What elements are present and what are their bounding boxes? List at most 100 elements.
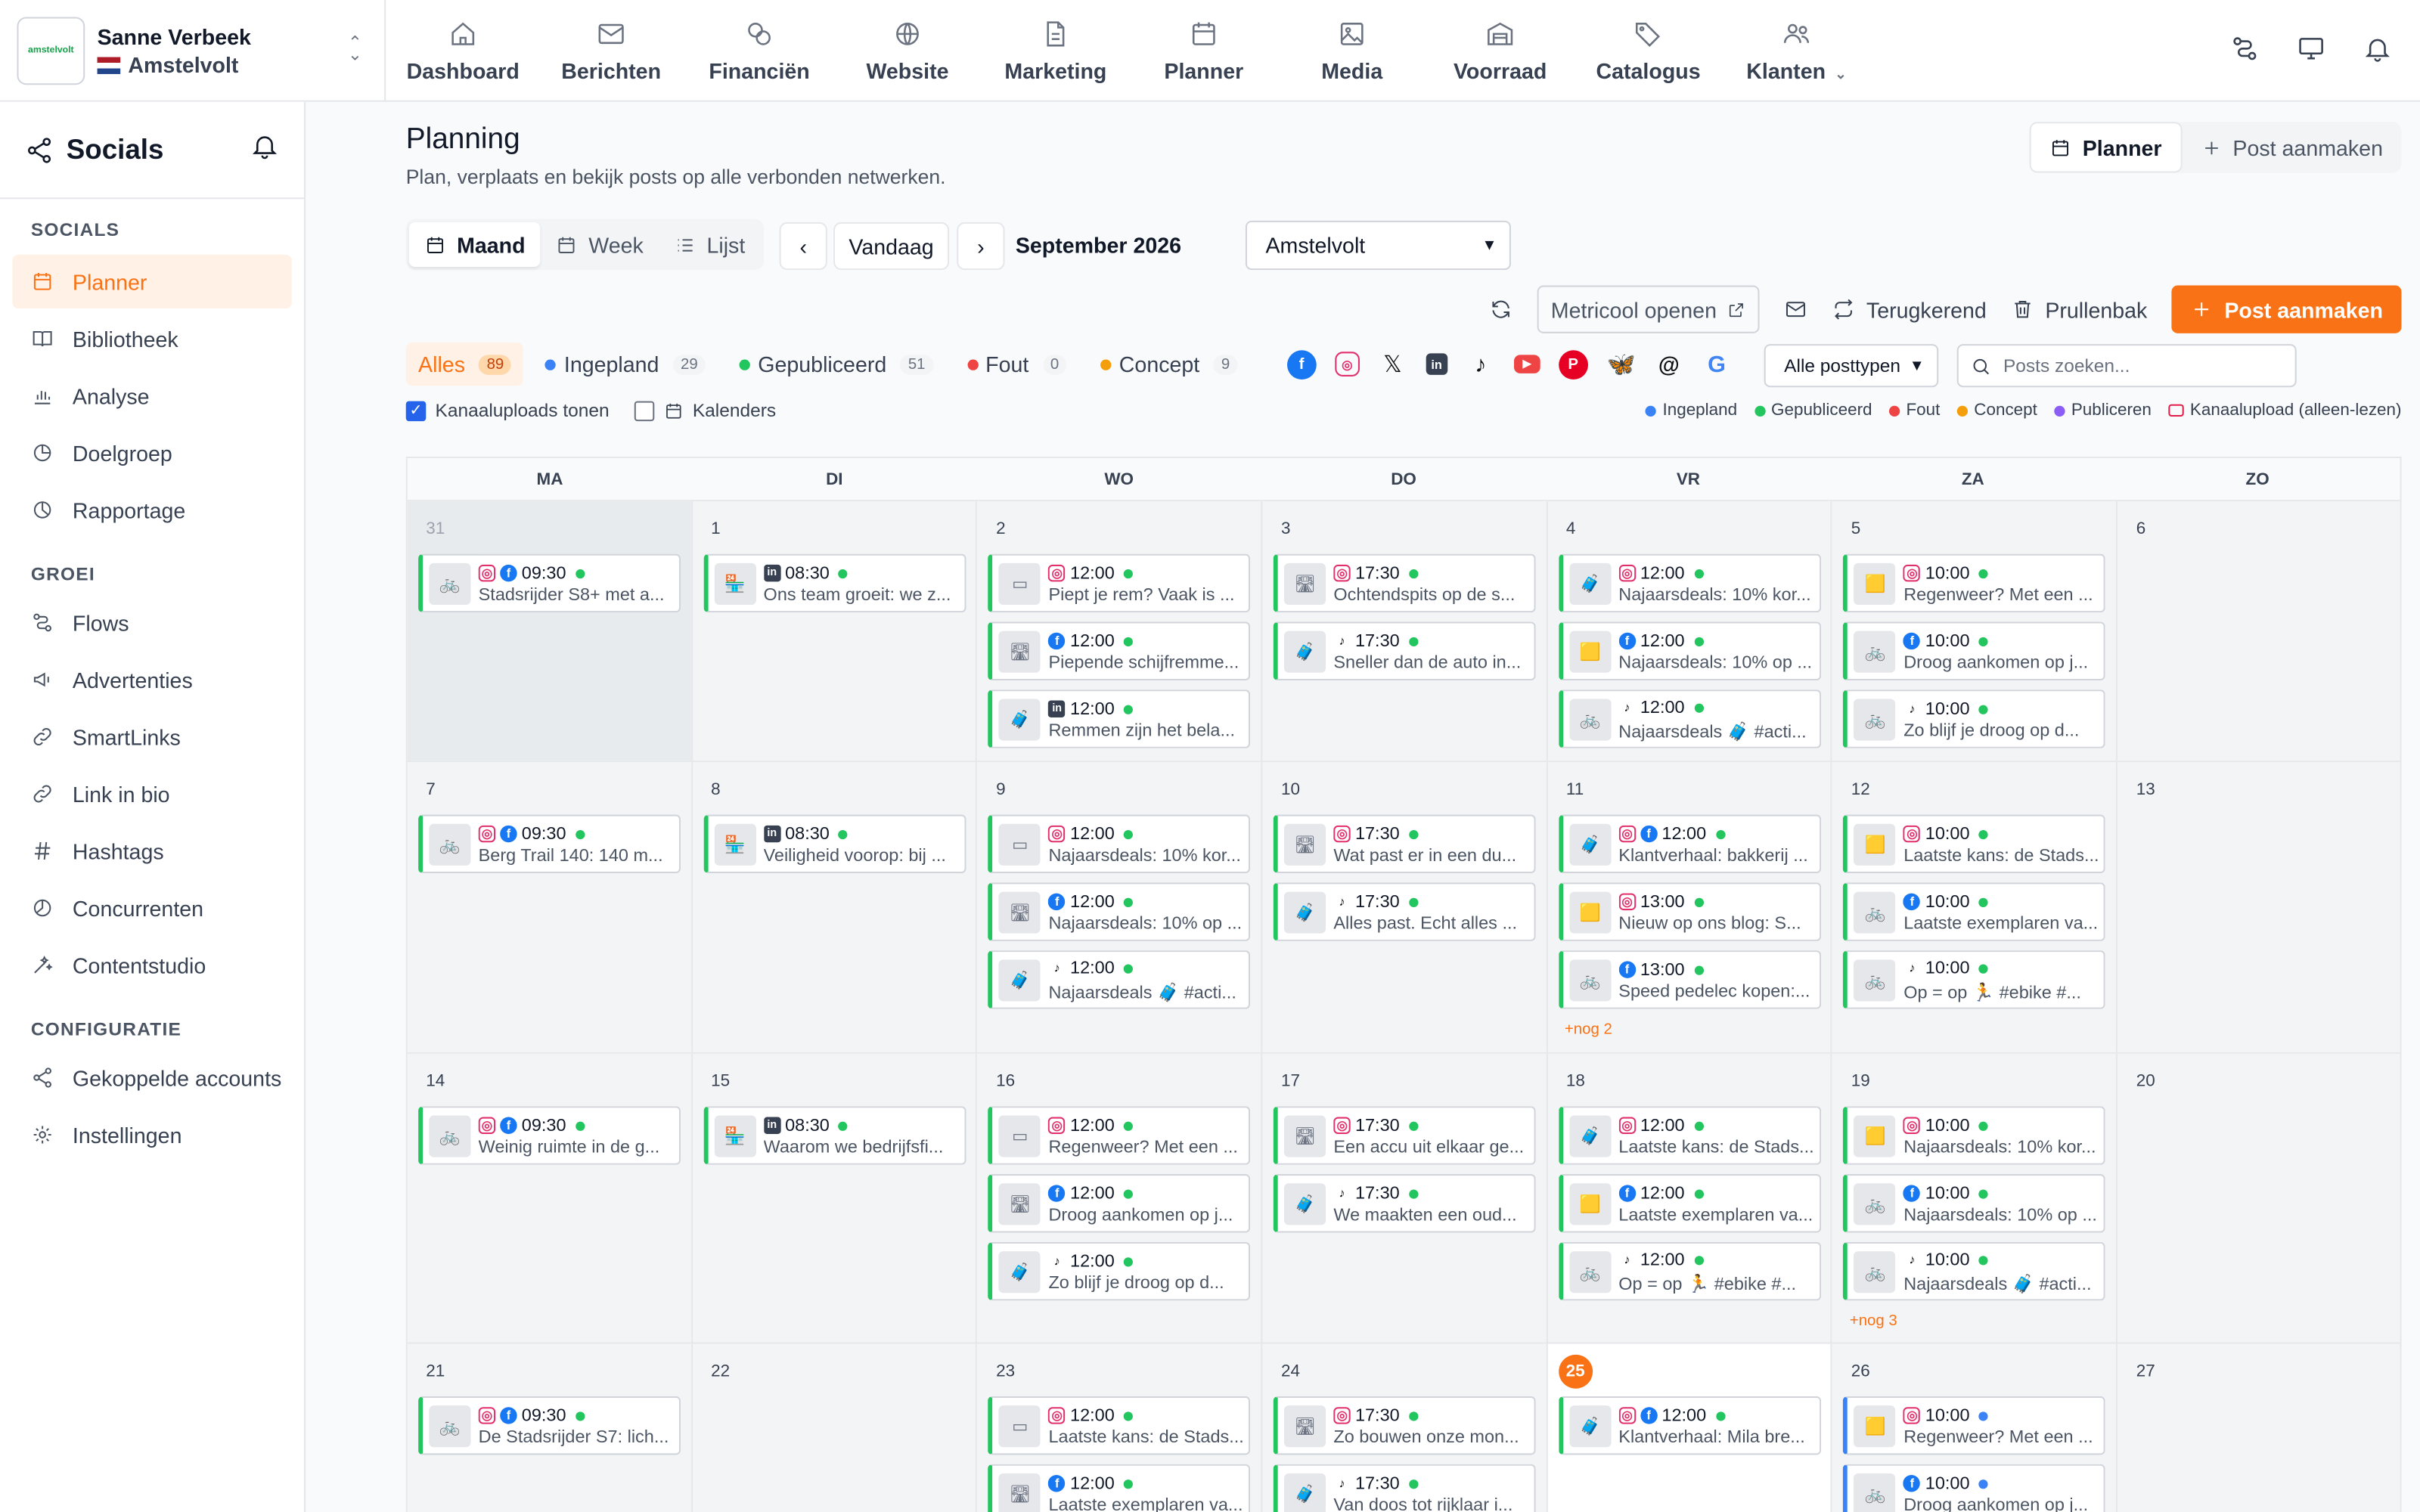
post-card[interactable]: 🏪 in 08:30 Waarom we bedrijfsfi... — [703, 1106, 966, 1165]
calendars-checkbox[interactable] — [634, 400, 654, 421]
post-card[interactable]: 🛣 ◎ 17:30 Ochtendspits op de s... — [1273, 553, 1536, 613]
post-card[interactable]: ▭ ◎ 12:00 Regenweer? Met een ... — [988, 1106, 1251, 1165]
post-card[interactable]: 🧳 ◎ 12:00 Laatste kans: de Stads... — [1558, 1106, 1821, 1165]
trash-button[interactable]: Prullenbak — [1999, 286, 2160, 333]
sidebar-item-concurrenten[interactable]: Concurrenten — [12, 881, 291, 934]
post-card[interactable]: ▭ ◎ 12:00 Piept je rem? Vaak is ... — [988, 553, 1251, 613]
calendar-day[interactable]: 21 🚲 ◎ f 09:30 De Stadsrijder S7: lich... — [407, 1343, 693, 1512]
post-card[interactable]: 🧳 ♪ 17:30 Alles past. Echt alles ... — [1273, 882, 1536, 941]
calendar-day[interactable]: 2 ▭ ◎ 12:00 Piept je rem? Vaak is ... 🛣 f 12:00… — [977, 501, 1263, 761]
sidebar-item-rapportage[interactable]: Rapportage — [12, 483, 291, 537]
calendar-day[interactable]: 27 — [2118, 1343, 2400, 1512]
post-card[interactable]: 🧳 in 12:00 Remmen zijn het bela... — [988, 689, 1251, 748]
calendar-day[interactable]: 25 🧳 ◎ f 12:00 Klantverhaal: Mila bre... — [1547, 1343, 1833, 1512]
create-post-button[interactable]: Post aanmaken — [2171, 285, 2402, 333]
sidebar-bell-icon[interactable] — [250, 131, 280, 168]
post-card[interactable]: ▭ ◎ 12:00 Laatste kans: de Stads... — [988, 1396, 1251, 1455]
post-card[interactable]: 🚲 f 10:00 Laatste exemplaren va... — [1843, 882, 2106, 941]
sidebar-item-bibliotheek[interactable]: Bibliotheek — [12, 311, 291, 365]
instagram-icon[interactable]: ◎ — [1334, 352, 1360, 376]
nav-financin[interactable]: Financiën — [685, 0, 833, 102]
calendar-day[interactable]: 13 — [2118, 762, 2400, 1052]
post-card[interactable]: 🚲 ♪ 10:00 Zo blijf je droog op d... — [1843, 689, 2106, 748]
filter-ingepland[interactable]: Ingepland 29 — [533, 342, 718, 386]
post-card[interactable]: 🧳 ♪ 17:30 We maakten een oud... — [1273, 1174, 1536, 1233]
nav-marketing[interactable]: Marketing — [982, 0, 1130, 102]
post-card[interactable]: 🏪 in 08:30 Veiligheid voorop: bij ... — [703, 814, 966, 874]
post-card[interactable]: 🧳 ♪ 17:30 Van doos tot rijklaar i... — [1273, 1464, 1536, 1512]
sidebar-item-smartlinks[interactable]: SmartLinks — [12, 710, 291, 764]
calendar-day[interactable]: 5 🟨 ◎ 10:00 Regenweer? Met een ... 🚲 f 10:00 Dro… — [1832, 501, 2118, 761]
post-card[interactable]: 🚲 f 13:00 Speed pedelec kopen:... — [1558, 950, 1821, 1009]
sidebar-item-analyse[interactable]: Analyse — [12, 369, 291, 423]
calendar-day[interactable]: 18 🧳 ◎ 12:00 Laatste kans: de Stads... 🟨 f 12:0… — [1547, 1053, 1833, 1343]
today-button[interactable]: Vandaag — [833, 222, 950, 271]
flows-icon[interactable] — [2230, 34, 2260, 64]
threads-icon[interactable]: @ — [1654, 349, 1683, 379]
sidebar-item-hashtags[interactable]: Hashtags — [12, 824, 291, 878]
post-card[interactable]: 🚲 ◎ f 09:30 Stadsrijder S8+ met a... — [418, 553, 681, 613]
prev-month-button[interactable]: ‹ — [779, 222, 827, 271]
nav-website[interactable]: Website — [833, 0, 982, 102]
google-icon[interactable]: G — [1702, 349, 1732, 379]
post-card[interactable]: 🟨 ◎ 10:00 Najaarsdeals: 10% kor... — [1843, 1106, 2106, 1165]
metricool-button[interactable]: Metricool openen — [1537, 285, 1761, 333]
calendar-day[interactable]: 31 🚲 ◎ f 09:30 Stadsrijder S8+ met a... — [407, 501, 693, 761]
post-card[interactable]: 🚲 f 10:00 Droog aankomen op j... — [1843, 1464, 2106, 1512]
tiktok-icon[interactable]: ♪ — [1466, 349, 1495, 379]
calendar-day[interactable]: 24 🛣 ◎ 17:30 Zo bouwen onze mon... 🧳 ♪ 17:30 Van… — [1262, 1343, 1548, 1512]
post-card[interactable]: 🛣 f 12:00 Piepende schijfremme... — [988, 621, 1251, 680]
calendar-day[interactable]: 12 🟨 ◎ 10:00 Laatste kans: de Stads... 🚲 f 10:0… — [1832, 762, 2118, 1052]
next-month-button[interactable]: › — [957, 222, 1005, 271]
filter-alles[interactable]: Alles 89 — [405, 342, 524, 386]
filter-fout[interactable]: Fout 0 — [954, 342, 1078, 386]
more-posts-link[interactable]: +nog 3 — [1850, 1313, 1897, 1330]
youtube-icon[interactable]: ▶ — [1513, 355, 1540, 373]
nav-berichten[interactable]: Berichten — [537, 0, 685, 102]
post-card[interactable]: 🚲 ◎ f 09:30 De Stadsrijder S7: lich... — [418, 1396, 681, 1455]
sidebar-item-flows[interactable]: Flows — [12, 596, 291, 649]
facebook-icon[interactable]: f — [1286, 349, 1317, 380]
sidebar-item-instellingen[interactable]: Instellingen — [12, 1108, 291, 1161]
post-card[interactable]: 🚲 ♪ 12:00 Op = op 🏃 #ebike #... — [1558, 1241, 1821, 1301]
post-card[interactable]: 🧳 ◎ 12:00 Najaarsdeals: 10% kor... — [1558, 553, 1821, 613]
x-icon[interactable]: 𝕏 — [1378, 349, 1407, 379]
sidebar-item-planner[interactable]: Planner — [12, 254, 292, 309]
post-card[interactable]: 🛣 f 12:00 Najaarsdeals: 10% op ... — [988, 882, 1251, 941]
nav-media[interactable]: Media — [1278, 0, 1426, 102]
post-card[interactable]: 🧳 ♪ 12:00 Zo blijf je droog op d... — [988, 1241, 1251, 1301]
view-week[interactable]: Week — [541, 222, 659, 267]
account-switcher[interactable]: amstelvolt Sanne Verbeek Amstelvolt ⌃ ⌄ — [0, 0, 386, 102]
search-input[interactable]: Posts zoeken... — [1956, 344, 2297, 388]
uploads-checkbox[interactable]: ✓ — [405, 400, 427, 421]
calendar-day[interactable]: 11 🧳 ◎ f 12:00 Klantverhaal: bakkerij ... 🟨 ◎ 13… — [1547, 762, 1833, 1052]
nav-dashboard[interactable]: Dashboard — [389, 0, 537, 102]
calendar-day[interactable]: 8 🏪 in 08:30 Veiligheid voorop: bij ... — [692, 762, 978, 1052]
linkedin-icon[interactable]: in — [1426, 353, 1447, 375]
post-card[interactable]: 🚲 ♪ 10:00 Najaarsdeals 🧳 #acti... — [1843, 1241, 2106, 1301]
post-card[interactable]: 🟨 f 12:00 Najaarsdeals: 10% op ... — [1558, 621, 1821, 680]
filter-concept[interactable]: Concept 9 — [1088, 342, 1250, 386]
more-posts-link[interactable]: +nog 2 — [1565, 1021, 1612, 1038]
recurring-button[interactable]: Terugkerend — [1820, 286, 1999, 333]
nav-klanten[interactable]: Klanten ⌄ — [1723, 0, 1871, 102]
post-card[interactable]: 🚲 ◎ f 09:30 Weinig ruimte in de g... — [418, 1106, 681, 1165]
view-month[interactable]: Maand — [408, 222, 541, 268]
post-card[interactable]: 🛣 f 12:00 Laatste exemplaren va... — [988, 1464, 1251, 1512]
calendar-day[interactable]: 16 ▭ ◎ 12:00 Regenweer? Met een ... 🛣 f 12:00 Dr… — [977, 1053, 1263, 1343]
post-card[interactable]: 🧳 ◎ f 12:00 Klantverhaal: bakkerij ... — [1558, 814, 1821, 874]
view-list[interactable]: Lijst — [659, 222, 761, 267]
post-card[interactable]: 🧳 ◎ f 12:00 Klantverhaal: Mila bre... — [1558, 1396, 1821, 1455]
post-card[interactable]: ▭ ◎ 12:00 Najaarsdeals: 10% kor... — [988, 814, 1251, 874]
post-card[interactable]: 🟨 ◎ 13:00 Nieuw op ons blog: S... — [1558, 882, 1821, 941]
sidebar-item-doelgroep[interactable]: Doelgroep — [12, 426, 291, 479]
post-card[interactable]: 🟨 ◎ 10:00 Laatste kans: de Stads... — [1843, 814, 2106, 874]
calendar-day[interactable]: 10 🛣 ◎ 17:30 Wat past er in een du... 🧳 ♪ 17:30… — [1262, 762, 1548, 1052]
sidebar-item-gekoppelde-accounts[interactable]: Gekoppelde accounts — [12, 1051, 291, 1105]
sidebar-item-advertenties[interactable]: Advertenties — [12, 652, 291, 706]
calendar-day[interactable]: 15 🏪 in 08:30 Waarom we bedrijfsfi... — [692, 1053, 978, 1343]
post-card[interactable]: 🧳 ♪ 17:30 Sneller dan de auto in... — [1273, 621, 1536, 680]
nav-catalogus[interactable]: Catalogus — [1575, 0, 1723, 102]
planner-button[interactable]: Planner — [2030, 122, 2183, 173]
monitor-icon[interactable] — [2297, 34, 2326, 64]
